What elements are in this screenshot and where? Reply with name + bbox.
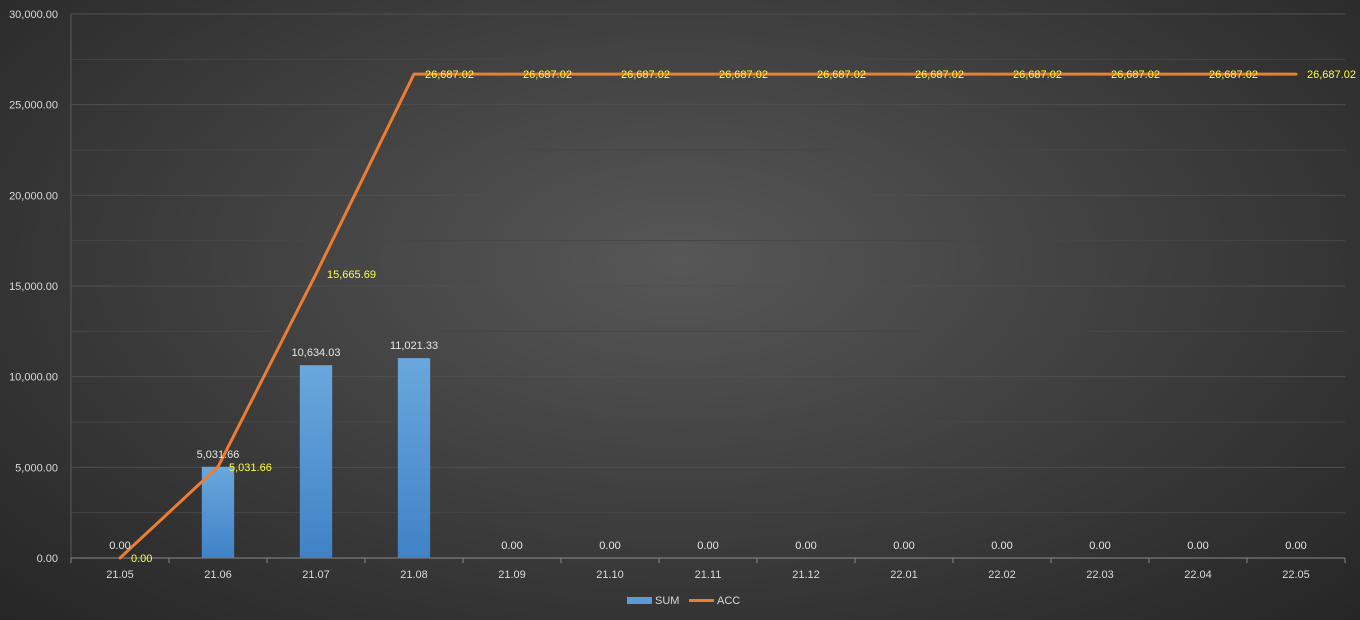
acc-data-label: 15,665.69 xyxy=(327,269,376,281)
acc-line-series xyxy=(118,72,1298,560)
y-tick-label: 0.00 xyxy=(37,553,58,565)
gridlines xyxy=(71,13,1345,514)
x-tick-label: 21.05 xyxy=(106,569,134,581)
sum-data-label: 0.00 xyxy=(1285,540,1306,552)
y-tick-label: 30,000.00 xyxy=(9,9,58,21)
sum-data-label: 0.00 xyxy=(697,540,718,552)
sum-data-label: 11,021.33 xyxy=(390,340,438,352)
sum-data-label: 0.00 xyxy=(599,540,620,552)
x-tick-label: 21.08 xyxy=(400,569,428,581)
y-tick-label: 15,000.00 xyxy=(9,281,58,293)
sum-bar xyxy=(397,358,431,558)
x-tick-label: 21.06 xyxy=(204,569,232,581)
y-tick-label: 20,000.00 xyxy=(9,190,58,202)
x-tick-label: 21.09 xyxy=(498,569,526,581)
acc-line xyxy=(118,72,1298,560)
chart-area: 0.00 5,000.00 10,000.00 15,000.00 20,000.00 2… xyxy=(0,0,1360,620)
x-tick-label: 22.01 xyxy=(890,569,918,581)
y-axis: 0.00 5,000.00 10,000.00 15,000.00 20,000.00 2… xyxy=(9,9,72,565)
sum-data-label: 10,634.03 xyxy=(292,347,341,359)
acc-data-label: 26,687.02 xyxy=(523,69,572,81)
acc-data-label: 26,687.02 xyxy=(1013,69,1062,81)
sum-bar xyxy=(299,365,333,558)
acc-data-label: 26,687.02 xyxy=(719,69,768,81)
x-tick-label: 21.11 xyxy=(695,569,722,581)
sum-bar xyxy=(201,466,235,558)
acc-data-label: 0.00 xyxy=(131,553,152,565)
acc-data-label: 26,687.02 xyxy=(425,69,474,81)
x-tick-label: 21.07 xyxy=(302,569,330,581)
legend-swatch-sum xyxy=(627,597,652,604)
x-tick-label: 21.12 xyxy=(792,569,820,581)
x-tick-label: 22.03 xyxy=(1086,569,1114,581)
x-tick-label: 22.04 xyxy=(1184,569,1212,581)
acc-data-label: 5,031.66 xyxy=(229,462,272,474)
acc-data-label: 26,687.02 xyxy=(621,69,670,81)
sum-data-label: 0.00 xyxy=(109,540,130,552)
acc-data-label: 26,687.02 xyxy=(817,69,866,81)
legend: SUM ACC xyxy=(627,595,740,607)
legend-label-sum: SUM xyxy=(655,595,679,607)
acc-data-label: 26,687.02 xyxy=(1111,69,1160,81)
x-tick-label: 22.02 xyxy=(988,569,1016,581)
y-tick-label: 25,000.00 xyxy=(9,100,58,112)
sum-data-label: 5,031.66 xyxy=(197,449,240,461)
sum-data-label: 0.00 xyxy=(1187,540,1208,552)
combo-chart: 0.00 5,000.00 10,000.00 15,000.00 20,000.00 2… xyxy=(9,9,1356,607)
y-tick-label: 5,000.00 xyxy=(15,462,58,474)
sum-data-label: 0.00 xyxy=(795,540,816,552)
x-axis: 21.05 21.06 21.07 21.08 21.09 21.10 21.11 21.12… xyxy=(70,557,1346,581)
legend-label-acc: ACC xyxy=(717,595,740,607)
sum-data-label: 0.00 xyxy=(501,540,522,552)
data-labels: 0.005,031.6610,634.0311,021.330.00 0.00 0.… xyxy=(109,69,1356,565)
y-tick-label: 10,000.00 xyxy=(9,372,58,384)
sum-data-label: 0.00 xyxy=(893,540,914,552)
acc-data-label: 26,687.02 xyxy=(915,69,964,81)
x-tick-label: 22.05 xyxy=(1282,569,1310,581)
sum-data-label: 0.00 xyxy=(991,540,1012,552)
sum-data-label: 0.00 xyxy=(1089,540,1110,552)
acc-data-label: 26,687.02 xyxy=(1307,69,1356,81)
x-tick-label: 21.10 xyxy=(596,569,624,581)
acc-data-label: 26,687.02 xyxy=(1209,69,1258,81)
